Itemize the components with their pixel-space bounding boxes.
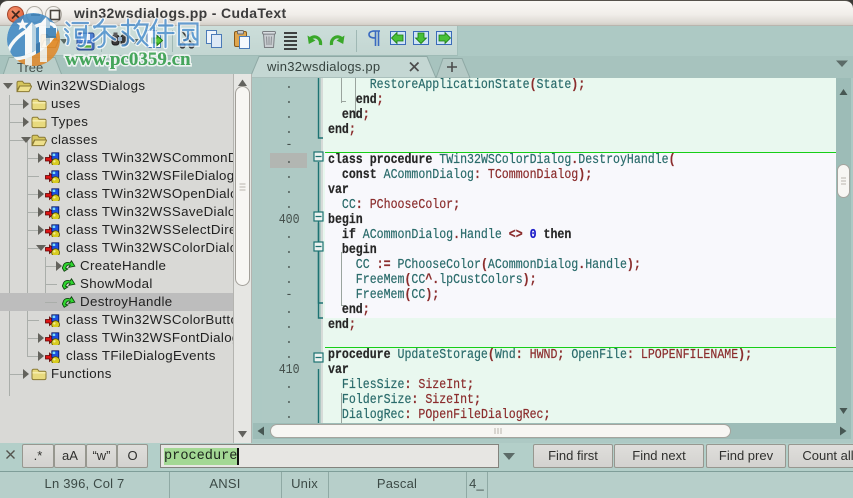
svg-text:www.pc0359.cn: www.pc0359.cn xyxy=(65,49,191,70)
